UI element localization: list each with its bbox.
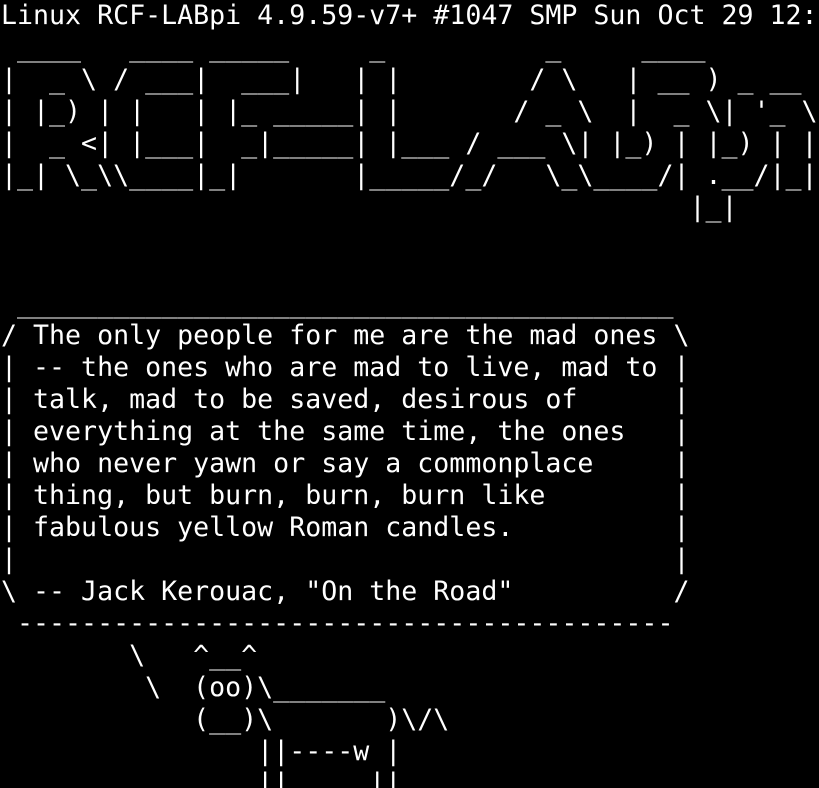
quote-text: | fabulous yellow Roman candles. | xyxy=(1,512,690,543)
speech-bubble-line: | who never yawn or say a commonplace | xyxy=(1,448,819,480)
speech-bubble-line: / The only people for me are the mad one… xyxy=(1,320,819,352)
speech-bubble-line: | talk, mad to be saved, desirous of | xyxy=(1,384,819,416)
speech-bubble-bottom-border: ----------------------------------------… xyxy=(1,608,819,640)
banner-line: | |_) | | | |_ _____| | / _ \ | _ \| '_ … xyxy=(1,96,819,128)
cow-art-text: ||----w | xyxy=(1,736,402,767)
system-info-text: Linux RCF-LABpi 4.9.59-v7+ #1047 SMP Sun… xyxy=(1,0,818,31)
cow-art-text: (__)\ )\/\ xyxy=(1,704,450,735)
speech-bubble-line: | -- the ones who are mad to live, mad t… xyxy=(1,352,819,384)
cow-art-line: ||----w | xyxy=(1,736,819,768)
banner-line: |_| xyxy=(1,192,819,224)
banner-line: | _ <| |___| _|_____| |___ / ___ \| |_) … xyxy=(1,128,819,160)
banner-text: | _ <| |___| _|_____| |___ / ___ \| |_) … xyxy=(1,128,818,159)
quote-text: | talk, mad to be saved, desirous of | xyxy=(1,384,690,415)
speech-bubble-line: | | xyxy=(1,544,819,576)
speech-bubble-top-border: ________________________________________… xyxy=(1,288,819,320)
border-text: ________________________________________… xyxy=(1,288,674,319)
banner-line: ____ ____ _____ _ _ ____ _ xyxy=(1,32,819,64)
cow-art-text: \ ^__^ xyxy=(1,640,258,671)
attribution-text: \ -- Jack Kerouac, "On the Road" / xyxy=(1,576,690,607)
quote-text: | thing, but burn, burn, burn like | xyxy=(1,480,690,511)
banner-text: |_| xyxy=(1,192,738,223)
quote-text: | everything at the same time, the ones … xyxy=(1,416,690,447)
cow-art-text: || || xyxy=(1,768,402,788)
speech-bubble-line: | thing, but burn, burn, burn like | xyxy=(1,480,819,512)
cow-art-line: || || xyxy=(1,768,819,788)
speech-bubble-line: | fabulous yellow Roman candles. | xyxy=(1,512,819,544)
cow-art-line: \ (oo)\_______ xyxy=(1,672,819,704)
quote-text: / The only people for me are the mad one… xyxy=(1,320,690,351)
quote-text: | | xyxy=(1,544,690,575)
banner-text: ____ ____ _____ _ _ ____ _ xyxy=(1,32,819,63)
banner-text: | _ \ / ___| ___| | | / \ | __ ) _ __ (_… xyxy=(1,64,819,95)
banner-line: |_| \_\\____|_| |_____/_/ \_\____/| .__/… xyxy=(1,160,819,192)
banner-text: |_| \_\\____|_| |_____/_/ \_\____/| .__/… xyxy=(1,160,818,191)
cow-art-line: \ ^__^ xyxy=(1,640,819,672)
speech-bubble-attribution-line: \ -- Jack Kerouac, "On the Road" / xyxy=(1,576,819,608)
quote-text: | who never yawn or say a commonplace | xyxy=(1,448,690,479)
banner-text: | |_) | | | |_ _____| | / _ \ | _ \| '_ … xyxy=(1,96,819,127)
speech-bubble-line: | everything at the same time, the ones … xyxy=(1,416,819,448)
system-info-line: Linux RCF-LABpi 4.9.59-v7+ #1047 SMP Sun… xyxy=(1,0,819,32)
cow-art-line: (__)\ )\/\ xyxy=(1,704,819,736)
terminal-window[interactable]: Linux RCF-LABpi 4.9.59-v7+ #1047 SMP Sun… xyxy=(1,0,819,788)
cow-art-text: \ (oo)\_______ xyxy=(1,672,386,703)
border-text: ----------------------------------------… xyxy=(1,608,674,639)
banner-line: | _ \ / ___| ___| | | / \ | __ ) _ __ (_… xyxy=(1,64,819,96)
quote-text: | -- the ones who are mad to live, mad t… xyxy=(1,352,690,383)
